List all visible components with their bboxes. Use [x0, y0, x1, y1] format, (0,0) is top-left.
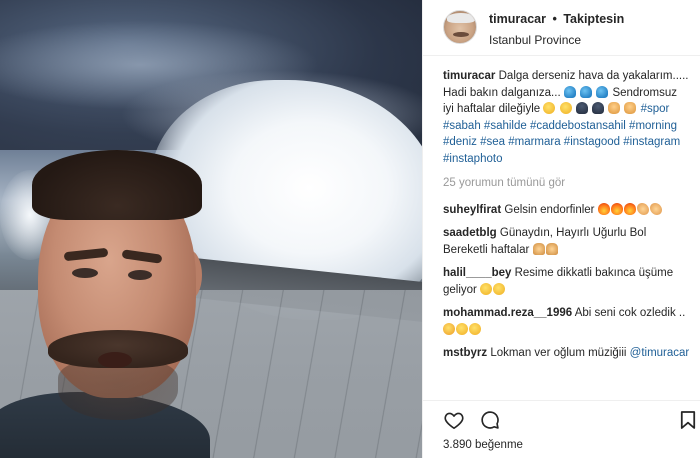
caption-username[interactable]: timuracar — [443, 70, 495, 82]
wave-emoji-icon — [580, 85, 593, 98]
comment-item: mohammad.reza__1996 Abi seni cok ozledik… — [443, 305, 691, 338]
likes-count[interactable]: 3.890 beğenme — [443, 439, 523, 451]
photo-hair — [32, 150, 202, 220]
post-side-panel: timuracar • Takiptesin Istanbul Province… — [422, 0, 700, 458]
avatar-mustache — [453, 32, 469, 37]
wink-emoji-icon — [443, 322, 455, 335]
smile-emoji-icon — [469, 322, 481, 335]
comment-bubble-icon[interactable] — [479, 409, 501, 431]
fire-emoji-icon — [597, 202, 610, 215]
post-photo[interactable] — [0, 0, 422, 458]
fire-emoji-icon — [623, 202, 636, 215]
swimmer-emoji-icon — [575, 102, 588, 114]
comment-text: Abi seni cok ozledik .. — [574, 307, 686, 319]
wave-emoji-icon — [563, 85, 576, 98]
post-actions-bar: 3.890 beğenme — [423, 400, 700, 458]
post-location[interactable]: Istanbul Province — [489, 33, 581, 47]
comment-item: saadetblg Günaydın, Hayırlı Uğurlu Bol B… — [443, 225, 691, 258]
comment-username[interactable]: mstbyrz — [443, 347, 487, 359]
comment-text: Gelsin endorfinler — [504, 203, 595, 216]
comment-mention[interactable]: @timuracar — [630, 347, 690, 359]
comment-item: halil____bey Resime dikkatli bakınca üşü… — [443, 265, 691, 298]
author-line: timuracar • Takiptesin — [489, 12, 624, 26]
thumbs-up-emoji-icon — [608, 102, 621, 114]
heart-icon[interactable] — [443, 409, 465, 431]
swimmer-emoji-icon — [591, 102, 604, 114]
comment-username[interactable]: suheylfirat — [443, 204, 501, 216]
view-all-comments-link[interactable]: 25 yorumun tümünü gör — [443, 175, 691, 192]
comment-username[interactable]: saadetblg — [443, 227, 497, 239]
grin-emoji-icon — [543, 102, 556, 114]
bookmark-icon[interactable] — [677, 409, 699, 431]
comment-text: Lokman ver oğlum müziğiii — [490, 347, 627, 359]
photo-eye — [128, 270, 152, 280]
avatar-hair — [447, 13, 475, 23]
comment-item: mstbyrz Lokman ver oğlum müziğiii @timur… — [443, 345, 691, 362]
muscle-emoji-icon — [636, 202, 649, 215]
author-avatar[interactable] — [443, 10, 477, 44]
smile-emoji-icon — [456, 322, 468, 335]
grin-emoji-icon — [480, 282, 493, 295]
photo-eye — [72, 268, 98, 278]
photo-mouth — [98, 352, 132, 368]
thumbs-up-emoji-icon — [624, 102, 637, 114]
follow-status[interactable]: Takiptesin — [563, 12, 624, 26]
post-header: timuracar • Takiptesin Istanbul Province — [423, 0, 700, 56]
grin-emoji-icon — [559, 102, 572, 114]
comment-item: suheylfirat Gelsin endorfinler — [443, 202, 691, 219]
wave-emoji-icon — [596, 85, 609, 98]
muscle-emoji-icon — [649, 202, 662, 215]
pray-emoji-icon — [545, 242, 558, 255]
fire-emoji-icon — [610, 202, 623, 215]
person-emoji-icon — [532, 242, 545, 255]
grin-emoji-icon — [493, 282, 506, 295]
author-username[interactable]: timuracar — [489, 12, 546, 26]
photo-beard — [58, 360, 178, 420]
comment-username[interactable]: halil____bey — [443, 267, 511, 279]
comments-section: timuracar Dalga derseniz hava da yakalar… — [443, 68, 691, 369]
post-caption: timuracar Dalga derseniz hava da yakalar… — [443, 68, 691, 167]
comment-username[interactable]: mohammad.reza__1996 — [443, 307, 572, 319]
separator-dot: • — [552, 12, 557, 26]
